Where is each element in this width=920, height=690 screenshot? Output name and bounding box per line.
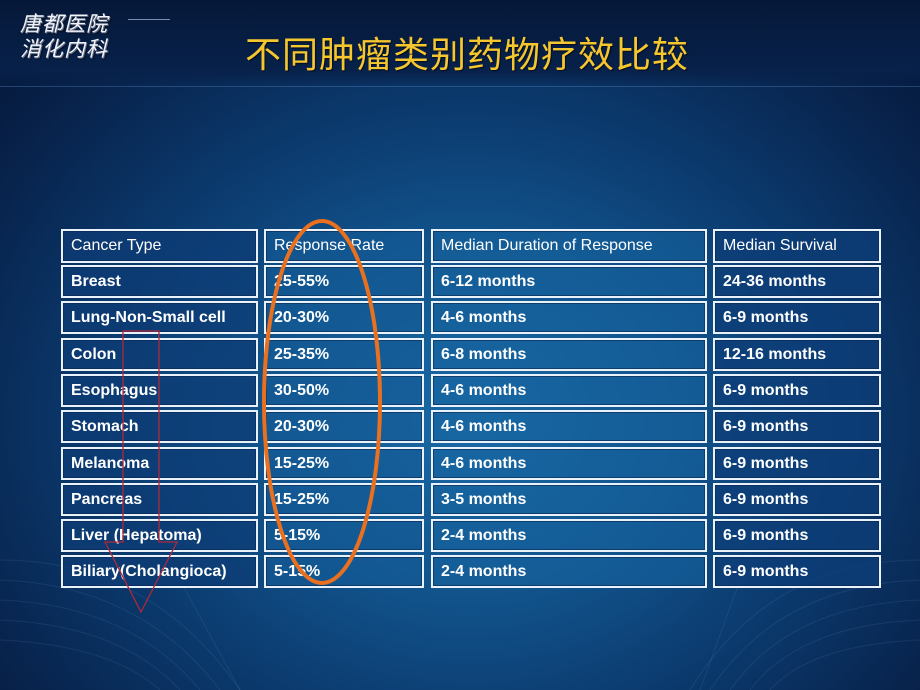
table-cell-median-duration: 6-12 months [431, 265, 707, 298]
table-cell-cancer-type: Stomach [61, 410, 258, 443]
column-header-median-duration: Median Duration of Response [431, 229, 707, 263]
column-header-cancer-type: Cancer Type [61, 229, 258, 263]
table-cell-median-duration: 4-6 months [431, 374, 707, 407]
slide-title: 不同肿瘤类别药物疗效比较 [245, 35, 690, 76]
table-cell-response-rate: 5-15% [264, 519, 424, 552]
table-cell-median-survival: 6-9 months [713, 555, 881, 588]
table-cell-cancer-type: Esophagus [61, 374, 258, 407]
table-cell-response-rate: 25-35% [264, 338, 424, 371]
table-cell-median-duration: 6-8 months [431, 338, 707, 371]
table-cell-cancer-type: Melanoma [61, 447, 258, 480]
table-cell-median-survival: 6-9 months [713, 447, 881, 480]
table-cell-response-rate: 20-30% [264, 410, 424, 443]
table-cell-response-rate: 5-15% [264, 555, 424, 588]
table-cell-median-duration: 4-6 months [431, 410, 707, 443]
table-cell-cancer-type: Biliary(Cholangioca) [61, 555, 258, 588]
table-cell-response-rate: 15-25% [264, 483, 424, 516]
table-cell-median-duration: 3-5 months [431, 483, 707, 516]
table-cell-median-survival: 24-36 months [713, 265, 881, 298]
table-cell-response-rate: 20-30% [264, 301, 424, 334]
table-cell-cancer-type: Liver (Hepatoma) [61, 519, 258, 552]
table-cell-cancer-type: Colon [61, 338, 258, 371]
table-cell-median-survival: 12-16 months [713, 338, 881, 371]
table-cell-cancer-type: Pancreas [61, 483, 258, 516]
table-cell-median-survival: 6-9 months [713, 483, 881, 516]
table-cell-median-duration: 4-6 months [431, 447, 707, 480]
header-divider [0, 86, 920, 87]
table-cell-response-rate: 25-55% [264, 265, 424, 298]
table-cell-median-survival: 6-9 months [713, 410, 881, 443]
table-cell-median-survival: 6-9 months [713, 519, 881, 552]
column-header-response-rate: Response Rate [264, 229, 424, 263]
department-hospital: 唐都医院 [20, 12, 108, 36]
table-cell-response-rate: 15-25% [264, 447, 424, 480]
department-unit: 消化内科 [20, 37, 108, 61]
table-cell-median-duration: 2-4 months [431, 555, 707, 588]
table-cell-median-survival: 6-9 months [713, 374, 881, 407]
table-cell-cancer-type: Lung-Non-Small cell [61, 301, 258, 334]
table-cell-median-survival: 6-9 months [713, 301, 881, 334]
table-cell-median-duration: 4-6 months [431, 301, 707, 334]
table-cell-median-duration: 2-4 months [431, 519, 707, 552]
department-rule [128, 19, 170, 20]
table-cell-cancer-type: Breast [61, 265, 258, 298]
column-header-median-survival: Median Survival [713, 229, 881, 263]
table-cell-response-rate: 30-50% [264, 374, 424, 407]
